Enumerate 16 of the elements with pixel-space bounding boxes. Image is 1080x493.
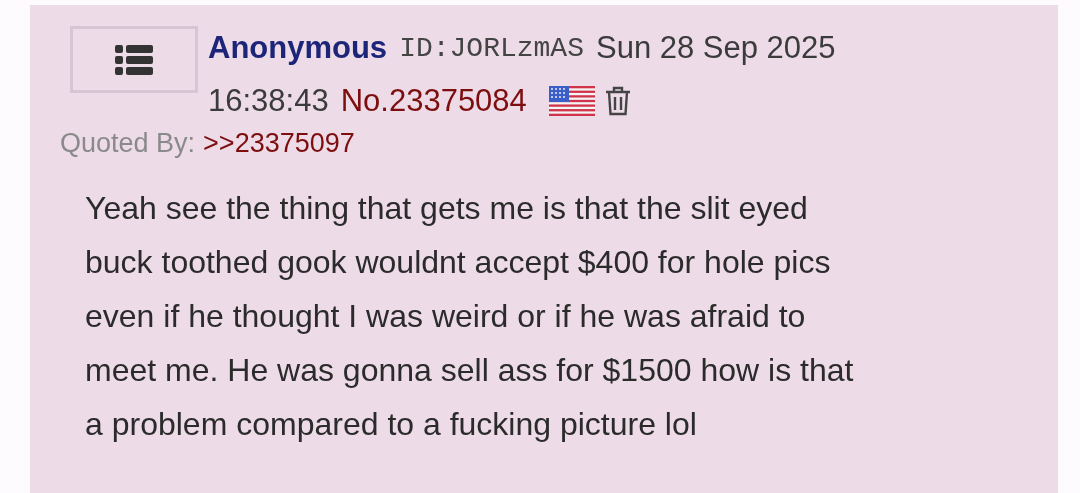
poster-id: ID:JORLzmAS bbox=[399, 32, 584, 64]
quote-link[interactable]: >>23375097 bbox=[203, 128, 355, 159]
post-date: Sun 28 Sep 2025 bbox=[595, 30, 836, 66]
list-icon bbox=[115, 44, 153, 75]
post-text-line: meet me. He was gonna sell ass for $1500 how is that bbox=[85, 351, 855, 390]
post-text-line: a problem compared to a fucking picture lol bbox=[85, 405, 698, 444]
post-text-line: Yeah see the thing that gets me is that the slit eyed bbox=[85, 189, 809, 228]
flag-icon bbox=[548, 86, 595, 116]
poster-name: Anonymous bbox=[208, 30, 388, 66]
post-text-line: even if he thought I was weird or if he was afraid to bbox=[85, 297, 807, 336]
post-text-line: buck toothed gook wouldnt accept $400 for hole pics bbox=[85, 243, 832, 282]
quoted-by-label: Quoted By: bbox=[60, 128, 196, 159]
post-time: 16:38:43 bbox=[208, 83, 329, 119]
menu-button[interactable] bbox=[70, 26, 198, 93]
trash-icon[interactable] bbox=[604, 86, 631, 116]
post-number-link[interactable]: No.23375084 bbox=[340, 83, 527, 119]
